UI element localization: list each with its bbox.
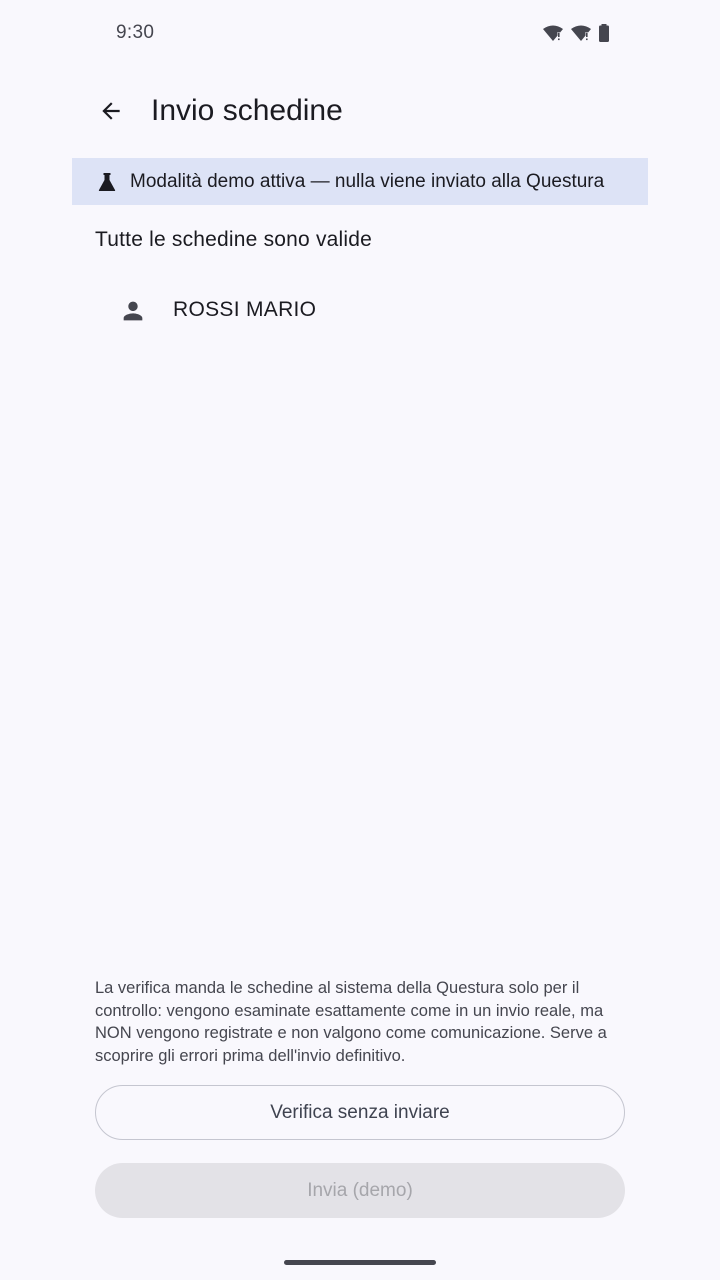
wifi-alert-icon: [570, 24, 592, 47]
verify-info-text: La verifica manda le schedine al sistema…: [95, 979, 607, 1065]
battery-icon: [598, 24, 610, 47]
demo-mode-banner: Modalità demo attiva — nulla viene invia…: [72, 158, 648, 205]
demo-banner-text: Modalità demo attiva — nulla viene invia…: [130, 170, 605, 192]
wifi-alert-icon: [542, 24, 564, 47]
validation-status: Tutte le schedine sono valide: [95, 228, 373, 251]
verify-without-sending-button[interactable]: Verifica senza inviare: [95, 1085, 625, 1140]
arrow-back-icon: [98, 98, 124, 129]
guest-list-item[interactable]: ROSSI MARIO: [95, 280, 625, 340]
status-bar: 9:30: [0, 0, 720, 68]
top-app-bar: Invio schedine: [0, 80, 720, 146]
back-button[interactable]: [88, 90, 134, 136]
send-demo-button[interactable]: Invia (demo): [95, 1163, 625, 1218]
page-title: Invio schedine: [151, 94, 343, 127]
flask-icon: [98, 172, 116, 192]
status-icons: [542, 24, 610, 47]
status-time: 9:30: [116, 22, 155, 43]
guest-name: ROSSI MARIO: [173, 298, 317, 321]
person-icon: [119, 297, 147, 325]
home-indicator[interactable]: [284, 1260, 436, 1265]
